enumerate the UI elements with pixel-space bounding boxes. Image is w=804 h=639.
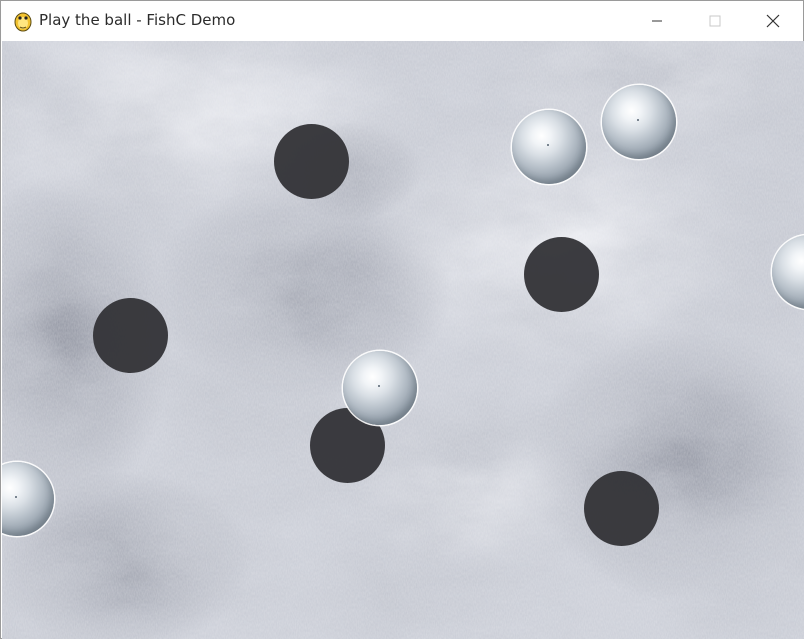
black-ball[interactable] [93, 298, 168, 373]
game-window: Play the ball - FishC Demo [0, 0, 804, 639]
black-ball[interactable] [584, 471, 659, 546]
game-canvas[interactable] [2, 41, 804, 639]
black-ball[interactable] [274, 124, 349, 199]
title-bar[interactable]: Play the ball - FishC Demo [1, 1, 803, 41]
minimize-icon [652, 20, 662, 22]
maximize-button[interactable] [686, 1, 744, 41]
pygame-snake-icon [14, 12, 32, 32]
white-ball[interactable] [343, 351, 417, 425]
close-icon [766, 14, 780, 28]
window-title: Play the ball - FishC Demo [39, 11, 236, 29]
close-button[interactable] [744, 1, 802, 41]
maximize-icon [709, 15, 721, 27]
white-ball[interactable] [512, 110, 586, 184]
minimize-button[interactable] [628, 1, 686, 41]
white-ball[interactable] [602, 85, 676, 159]
black-ball[interactable] [524, 237, 599, 312]
